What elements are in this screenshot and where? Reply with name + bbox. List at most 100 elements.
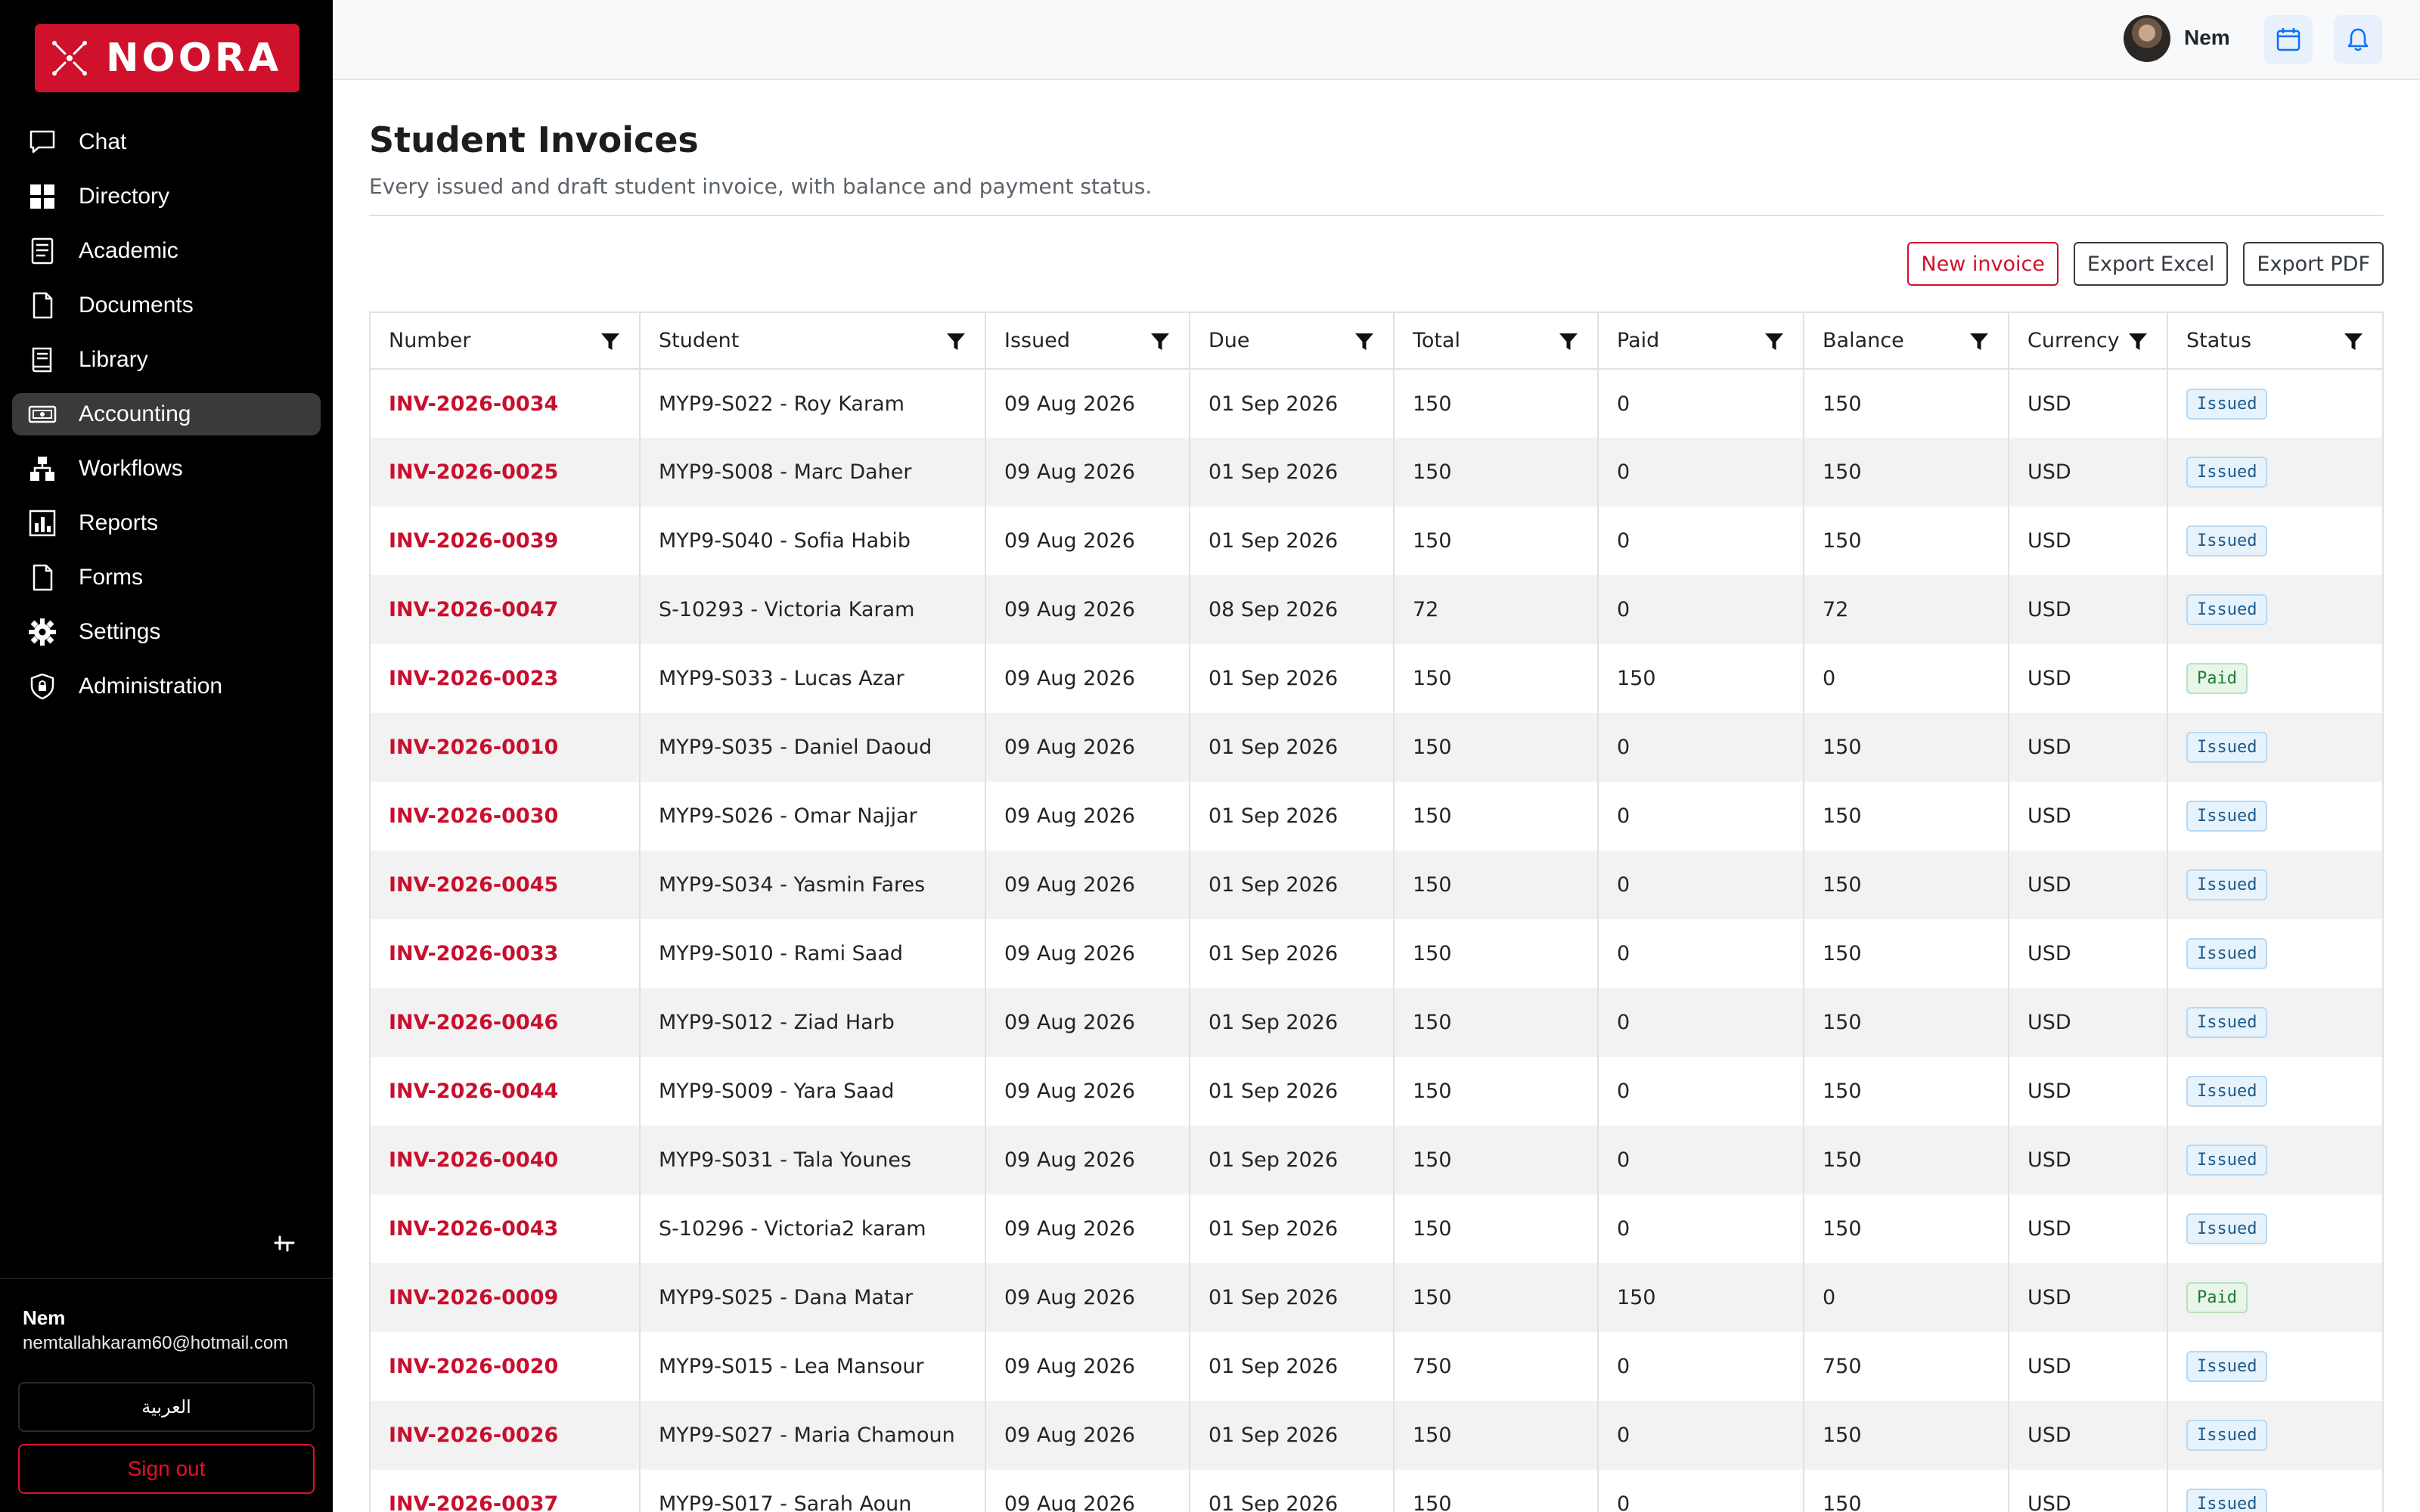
invoice-link[interactable]: INV-2026-0046 [389,1011,558,1034]
table-cell: USD [2009,850,2168,919]
invoice-link[interactable]: INV-2026-0020 [389,1355,558,1378]
cell-value: USD [2028,1217,2071,1241]
table-row[interactable]: INV-2026-0025 MYP9-S008 - Marc Daher 09 Au… [371,438,2382,507]
pin-icon[interactable] [269,1228,299,1258]
sidebar-item-workflows[interactable]: Workflows [12,448,321,490]
column-header-currency[interactable]: Currency [2009,313,2168,370]
table-row[interactable]: INV-2026-0034 MYP9-S022 - Roy Karam 09 Aug… [371,369,2382,438]
invoice-link[interactable]: INV-2026-0039 [389,529,558,553]
column-header-label: Due [1208,329,1250,352]
top-user-name[interactable]: Nem [2184,26,2230,50]
column-header-issued[interactable]: Issued [985,313,1190,370]
brand-logo[interactable]: NOORA [35,24,299,92]
invoice-link[interactable]: INV-2026-0033 [389,942,558,965]
table-row[interactable]: INV-2026-0040 MYP9-S031 - Tala Younes 09 A… [371,1126,2382,1194]
gear-icon [29,618,56,646]
table-cell: 72 [1394,575,1599,644]
cell-value: 01 Sep 2026 [1208,460,1339,484]
status-badge: Issued [2186,457,2268,488]
sidebar-item-forms[interactable]: Forms [12,556,321,599]
invoice-link[interactable]: INV-2026-0023 [389,667,558,690]
table-row[interactable]: INV-2026-0026 MYP9-S027 - Maria Chamoun 09… [371,1401,2382,1470]
table-row[interactable]: INV-2026-0030 MYP9-S026 - Omar Najjar 09 A… [371,782,2382,850]
sidebar-item-accounting[interactable]: Accounting [12,393,321,435]
invoice-link[interactable]: INV-2026-0026 [389,1424,558,1447]
filter-icon[interactable] [1558,331,1579,352]
cell-value: MYP9-S015 - Lea Mansour [659,1355,924,1378]
export-pdf-button[interactable]: Export PDF [2243,242,2384,286]
filter-icon[interactable] [1764,331,1785,352]
filter-icon[interactable] [600,331,621,352]
invoice-link[interactable]: INV-2026-0043 [389,1217,558,1241]
table-row[interactable]: INV-2026-0020 MYP9-S015 - Lea Mansour 09 A… [371,1332,2382,1401]
calendar-button[interactable] [2264,15,2313,64]
sidebar-item-label: Chat [79,129,127,154]
table-cell: USD [2009,1470,2168,1512]
invoice-link[interactable]: INV-2026-0009 [389,1286,558,1309]
invoice-link[interactable]: INV-2026-0037 [389,1492,558,1512]
sidebar-item-reports[interactable]: Reports [12,502,321,544]
status-badge: Issued [2186,1489,2268,1512]
table-row[interactable]: INV-2026-0045 MYP9-S034 - Yasmin Fares 09 … [371,850,2382,919]
column-header-status[interactable]: Status [2167,313,2382,370]
table-cell: INV-2026-0025 [371,438,641,507]
invoice-link[interactable]: INV-2026-0045 [389,873,558,897]
table-cell: 150 [1394,782,1599,850]
sidebar-item-library[interactable]: Library [12,339,321,381]
table-cell: INV-2026-0043 [371,1194,641,1263]
export-excel-button[interactable]: Export Excel [2073,242,2229,286]
language-toggle-button[interactable]: العربية [18,1382,315,1432]
table-cell: Issued [2167,850,2382,919]
sidebar-item-directory[interactable]: Directory [12,175,321,218]
filter-icon[interactable] [1354,331,1375,352]
avatar[interactable] [2124,15,2170,62]
table-row[interactable]: INV-2026-0047 S-10293 - Victoria Karam 09 … [371,575,2382,644]
filter-icon[interactable] [945,331,966,352]
table-row[interactable]: INV-2026-0043 S-10296 - Victoria2 karam 09… [371,1194,2382,1263]
column-header-total[interactable]: Total [1394,313,1599,370]
column-header-number[interactable]: Number [371,313,641,370]
sign-out-button[interactable]: Sign out [18,1444,315,1494]
sidebar-item-chat[interactable]: Chat [12,121,321,163]
table-cell: 09 Aug 2026 [985,1470,1190,1512]
cell-value: 150 [1823,1011,1862,1034]
column-header-due[interactable]: Due [1190,313,1395,370]
notifications-button[interactable] [2334,15,2382,64]
column-header-paid[interactable]: Paid [1598,313,1804,370]
table-cell: USD [2009,644,2168,713]
table-row[interactable]: INV-2026-0037 MYP9-S017 - Sarah Aoun 09 Au… [371,1470,2382,1512]
table-row[interactable]: INV-2026-0009 MYP9-S025 - Dana Matar 09 Au… [371,1263,2382,1332]
invoice-link[interactable]: INV-2026-0047 [389,598,558,621]
invoice-link[interactable]: INV-2026-0010 [389,736,558,759]
sidebar-item-documents[interactable]: Documents [12,284,321,327]
cell-value: 0 [1617,598,1630,621]
table-cell: Issued [2167,1401,2382,1470]
cell-value: 0 [1617,1492,1630,1512]
table-row[interactable]: INV-2026-0044 MYP9-S009 - Yara Saad 09 Aug… [371,1057,2382,1126]
table-row[interactable]: INV-2026-0033 MYP9-S010 - Rami Saad 09 Aug… [371,919,2382,988]
table-cell: 0 [1598,713,1804,782]
column-header-student[interactable]: Student [640,313,986,370]
table-row[interactable]: INV-2026-0010 MYP9-S035 - Daniel Daoud 09 … [371,713,2382,782]
table-row[interactable]: INV-2026-0023 MYP9-S033 - Lucas Azar 09 Au… [371,644,2382,713]
filter-icon[interactable] [1150,331,1171,352]
sidebar-item-settings[interactable]: Settings [12,611,321,653]
invoice-link[interactable]: INV-2026-0040 [389,1148,558,1172]
filter-icon[interactable] [2343,331,2364,352]
sidebar-item-academic[interactable]: Academic [12,230,321,272]
column-header-balance[interactable]: Balance [1804,313,2009,370]
new-invoice-button[interactable]: New invoice [1907,242,2059,286]
filter-icon[interactable] [2127,331,2149,352]
cell-value: USD [2028,392,2071,416]
column-header-label: Balance [1823,329,1904,352]
invoice-link[interactable]: INV-2026-0034 [389,392,558,416]
sidebar-item-administration[interactable]: Administration [12,665,321,708]
invoice-link[interactable]: INV-2026-0044 [389,1080,558,1103]
filter-icon[interactable] [1969,331,1990,352]
table-row[interactable]: INV-2026-0039 MYP9-S040 - Sofia Habib 09 A… [371,507,2382,575]
status-badge: Issued [2186,1076,2268,1107]
invoice-link[interactable]: INV-2026-0025 [389,460,558,484]
invoice-link[interactable]: INV-2026-0030 [389,804,558,828]
table-row[interactable]: INV-2026-0046 MYP9-S012 - Ziad Harb 09 Aug… [371,988,2382,1057]
cell-value: 150 [1413,1080,1452,1103]
